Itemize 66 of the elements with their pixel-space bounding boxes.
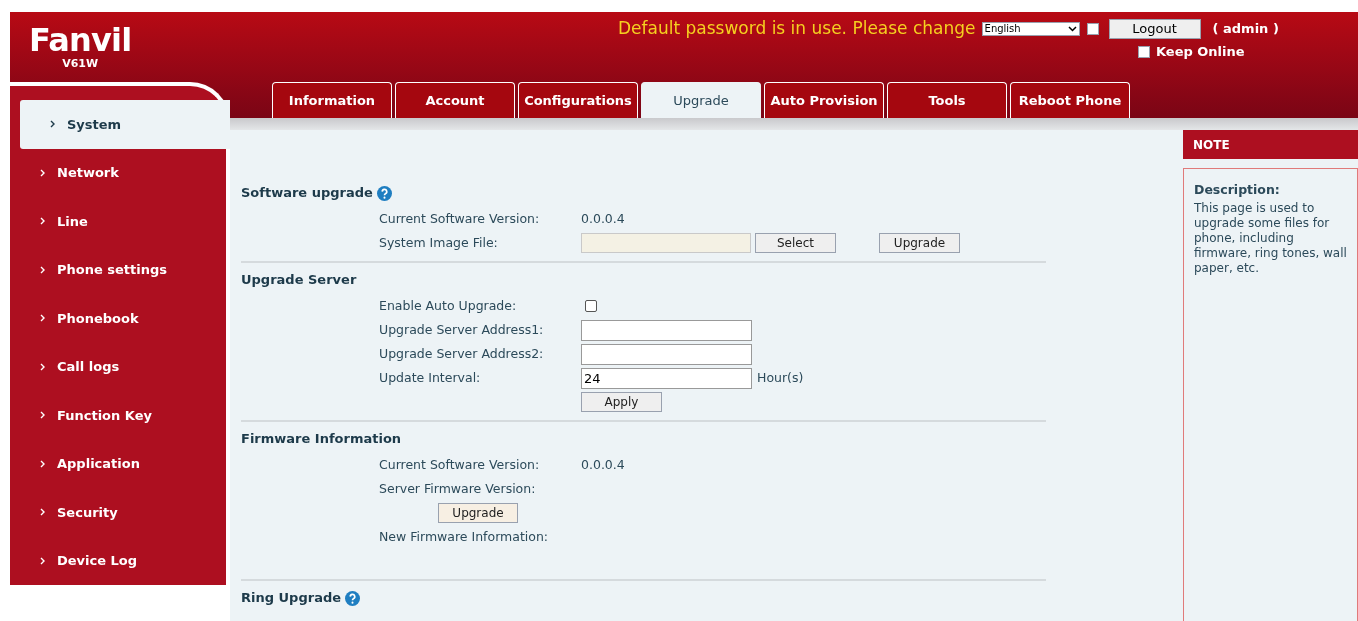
sidebar-item[interactable]: Application bbox=[10, 439, 226, 488]
field-label: Enable Auto Upgrade: bbox=[379, 296, 517, 315]
help-icon[interactable] bbox=[376, 185, 392, 201]
field-value: 0.0.0.4 bbox=[581, 455, 625, 474]
chevron-right-icon bbox=[40, 168, 45, 177]
file-field[interactable] bbox=[581, 233, 751, 253]
field-label: Upgrade Server Address1: bbox=[379, 320, 544, 339]
sidebar-item[interactable]: Phonebook bbox=[10, 294, 226, 343]
sidebar-item[interactable]: Security bbox=[10, 488, 226, 537]
field-value: 0.0.0.4 bbox=[581, 209, 625, 228]
password-warning: Default password is in use. Please change bbox=[618, 17, 976, 40]
select-button[interactable]: Select bbox=[755, 233, 836, 253]
note-text: This page is used to upgrade some files for phone, including firmware, ring tones, wall paper, etc. bbox=[1194, 200, 1347, 276]
chevron-right-icon bbox=[40, 508, 45, 517]
chevron-down-icon bbox=[1067, 25, 1077, 32]
unit-label: Hour(s) bbox=[757, 368, 804, 387]
sidebar-item[interactable]: System bbox=[20, 100, 230, 149]
section-title: Firmware Information bbox=[241, 430, 402, 449]
tab[interactable]: Configurations bbox=[518, 82, 638, 118]
field-label: System Image File: bbox=[379, 233, 498, 252]
apply-button[interactable]: Apply bbox=[581, 392, 662, 412]
tab[interactable]: Reboot Phone bbox=[1010, 82, 1130, 118]
field-label: Update Interval: bbox=[379, 368, 481, 387]
upgrade-button[interactable]: Upgrade bbox=[438, 503, 518, 523]
language-select[interactable]: English bbox=[981, 21, 1080, 36]
field-label: Current Software Version: bbox=[379, 209, 540, 228]
sidebar-item[interactable]: Network bbox=[10, 148, 226, 197]
sidebar-item[interactable]: Call logs bbox=[10, 342, 226, 391]
text-field[interactable]: 24 bbox=[581, 367, 752, 389]
tab[interactable]: Information bbox=[272, 82, 392, 118]
help-icon[interactable] bbox=[345, 590, 361, 606]
note-heading: Description: bbox=[1194, 181, 1281, 199]
checkbox[interactable] bbox=[1086, 22, 1099, 35]
chevron-right-icon bbox=[40, 556, 45, 565]
user-label: ( admin ) bbox=[1212, 20, 1279, 38]
chevron-right-icon bbox=[40, 459, 45, 468]
chevron-right-icon bbox=[40, 362, 45, 371]
tab[interactable]: Upgrade bbox=[641, 82, 761, 118]
chevron-right-icon bbox=[40, 411, 45, 420]
note-header: NOTE bbox=[1183, 130, 1358, 159]
section-title: Ring Upgrade bbox=[241, 589, 342, 608]
checkbox[interactable] bbox=[585, 300, 597, 312]
sidebar-item[interactable]: Line bbox=[10, 197, 226, 246]
sidebar-item[interactable]: Function Key bbox=[10, 391, 226, 440]
logout-button[interactable]: Logout bbox=[1108, 18, 1201, 39]
field-label: Upgrade Server Address2: bbox=[379, 344, 544, 363]
section-title: Upgrade Server bbox=[241, 271, 357, 290]
tab[interactable]: Tools bbox=[887, 82, 1007, 118]
sidebar-item[interactable]: Phone settings bbox=[10, 245, 226, 294]
upgrade-button[interactable]: Upgrade bbox=[879, 233, 960, 253]
field-label: New Firmware Information: bbox=[379, 527, 549, 546]
field-label: Server Firmware Version: bbox=[379, 479, 536, 498]
chevron-right-icon bbox=[40, 314, 45, 323]
tab[interactable]: Account bbox=[395, 82, 515, 118]
chevron-right-icon bbox=[50, 120, 55, 129]
logo: Fanvil V61W bbox=[29, 22, 132, 70]
sidebar-item[interactable]: Device Log bbox=[10, 536, 226, 585]
tab[interactable]: Auto Provision bbox=[764, 82, 884, 118]
text-field[interactable] bbox=[581, 343, 752, 365]
text-field[interactable] bbox=[581, 319, 752, 341]
chevron-right-icon bbox=[40, 265, 45, 274]
section-title: Software upgrade bbox=[241, 184, 373, 203]
keep-online-checkbox[interactable] bbox=[1138, 45, 1150, 58]
chevron-right-icon bbox=[40, 217, 45, 226]
field-label: Current Software Version: bbox=[379, 455, 540, 474]
keep-online-label: Keep Online bbox=[1156, 43, 1245, 61]
